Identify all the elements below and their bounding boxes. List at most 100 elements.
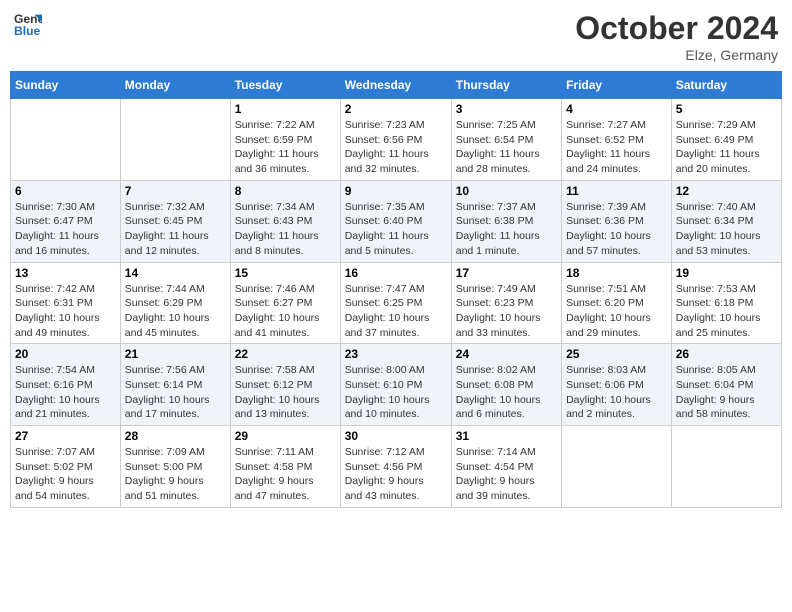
calendar-day-cell: 11Sunrise: 7:39 AM Sunset: 6:36 PM Dayli… [562,180,672,262]
day-number: 20 [15,347,116,361]
day-number: 25 [566,347,667,361]
calendar-day-cell: 16 Sunrise: 7:47 AM Sunset: 6:25 PM Dayli… [340,262,451,344]
logo-icon: General Blue [14,10,42,38]
calendar-day-cell: 20 Sunrise: 7:54 AM Sunset: 6:16 PM Dayli… [11,344,121,426]
day-info: Sunrise: 7:23 AM Sunset: 6:56 PM Dayligh… [345,118,447,177]
calendar-day-cell: 27Sunrise: 7:07 AM Sunset: 5:02 PM Dayli… [11,426,121,508]
day-info: Sunrise: 7:39 AM Sunset: 6:36 PM Dayligh… [566,200,667,259]
day-info: Sunrise: 7:30 AM Sunset: 6:47 PM Dayligh… [15,200,116,259]
day-info: Sunrise: 7:27 AM Sunset: 6:52 PM Dayligh… [566,118,667,177]
calendar-body: 1 Sunrise: 7:22 AM Sunset: 6:59 PM Daylig… [11,99,782,508]
calendar-day-cell: 12 Sunrise: 7:40 AM Sunset: 6:34 PM Dayli… [671,180,781,262]
day-info: Sunrise: 8:02 AM Sunset: 6:08 PM Dayligh… [456,363,557,422]
day-info: Sunrise: 7:51 AM Sunset: 6:20 PM Dayligh… [566,282,667,341]
calendar-week-row: 20 Sunrise: 7:54 AM Sunset: 6:16 PM Dayli… [11,344,782,426]
day-number: 14 [125,266,226,280]
day-info: Sunrise: 7:40 AM Sunset: 6:34 PM Dayligh… [676,200,777,259]
calendar-day-cell: 14 Sunrise: 7:44 AM Sunset: 6:29 PM Dayli… [120,262,230,344]
calendar-day-cell: 7 Sunrise: 7:32 AM Sunset: 6:45 PM Daylig… [120,180,230,262]
calendar-day-cell [11,99,121,181]
day-info: Sunrise: 7:44 AM Sunset: 6:29 PM Dayligh… [125,282,226,341]
day-number: 1 [235,102,336,116]
day-info: Sunrise: 7:56 AM Sunset: 6:14 PM Dayligh… [125,363,226,422]
calendar-day-cell: 2 Sunrise: 7:23 AM Sunset: 6:56 PM Daylig… [340,99,451,181]
calendar-day-cell: 5 Sunrise: 7:29 AM Sunset: 6:49 PM Daylig… [671,99,781,181]
day-number: 9 [345,184,447,198]
day-info: Sunrise: 7:58 AM Sunset: 6:12 PM Dayligh… [235,363,336,422]
calendar-day-cell: 21 Sunrise: 7:56 AM Sunset: 6:14 PM Dayli… [120,344,230,426]
calendar-day-cell: 13Sunrise: 7:42 AM Sunset: 6:31 PM Dayli… [11,262,121,344]
day-number: 19 [676,266,777,280]
calendar-table: SundayMondayTuesdayWednesdayThursdayFrid… [10,71,782,508]
calendar-day-cell: 10 Sunrise: 7:37 AM Sunset: 6:38 PM Dayli… [451,180,561,262]
day-info: Sunrise: 7:47 AM Sunset: 6:25 PM Dayligh… [345,282,447,341]
day-info: Sunrise: 7:12 AM Sunset: 4:56 PM Dayligh… [345,445,447,504]
day-info: Sunrise: 8:05 AM Sunset: 6:04 PM Dayligh… [676,363,777,422]
day-number: 23 [345,347,447,361]
calendar-day-cell: 15 Sunrise: 7:46 AM Sunset: 6:27 PM Dayli… [230,262,340,344]
day-info: Sunrise: 7:46 AM Sunset: 6:27 PM Dayligh… [235,282,336,341]
day-number: 15 [235,266,336,280]
calendar-day-cell: 22 Sunrise: 7:58 AM Sunset: 6:12 PM Dayli… [230,344,340,426]
svg-text:Blue: Blue [14,24,41,38]
calendar-day-cell: 24 Sunrise: 8:02 AM Sunset: 6:08 PM Dayli… [451,344,561,426]
day-info: Sunrise: 7:35 AM Sunset: 6:40 PM Dayligh… [345,200,447,259]
day-info: Sunrise: 7:07 AM Sunset: 5:02 PM Dayligh… [15,445,116,504]
calendar-day-cell: 18Sunrise: 7:51 AM Sunset: 6:20 PM Dayli… [562,262,672,344]
calendar-day-cell [562,426,672,508]
day-number: 10 [456,184,557,198]
day-info: Sunrise: 7:11 AM Sunset: 4:58 PM Dayligh… [235,445,336,504]
day-number: 21 [125,347,226,361]
day-info: Sunrise: 7:54 AM Sunset: 6:16 PM Dayligh… [15,363,116,422]
day-info: Sunrise: 7:37 AM Sunset: 6:38 PM Dayligh… [456,200,557,259]
calendar-day-cell [120,99,230,181]
day-number: 31 [456,429,557,443]
day-info: Sunrise: 8:03 AM Sunset: 6:06 PM Dayligh… [566,363,667,422]
day-number: 3 [456,102,557,116]
day-info: Sunrise: 7:14 AM Sunset: 4:54 PM Dayligh… [456,445,557,504]
day-number: 13 [15,266,116,280]
day-info: Sunrise: 7:25 AM Sunset: 6:54 PM Dayligh… [456,118,557,177]
calendar-day-cell: 17Sunrise: 7:49 AM Sunset: 6:23 PM Dayli… [451,262,561,344]
calendar-day-cell: 25 Sunrise: 8:03 AM Sunset: 6:06 PM Dayli… [562,344,672,426]
day-number: 16 [345,266,447,280]
logo: General Blue [14,10,42,38]
day-number: 7 [125,184,226,198]
day-info: Sunrise: 7:32 AM Sunset: 6:45 PM Dayligh… [125,200,226,259]
day-info: Sunrise: 7:09 AM Sunset: 5:00 PM Dayligh… [125,445,226,504]
weekday-header-cell: Thursday [451,72,561,99]
calendar-day-cell: 28 Sunrise: 7:09 AM Sunset: 5:00 PM Dayli… [120,426,230,508]
day-number: 30 [345,429,447,443]
day-number: 6 [15,184,116,198]
calendar-week-row: 1 Sunrise: 7:22 AM Sunset: 6:59 PM Daylig… [11,99,782,181]
day-number: 24 [456,347,557,361]
day-info: Sunrise: 7:34 AM Sunset: 6:43 PM Dayligh… [235,200,336,259]
weekday-header-cell: Saturday [671,72,781,99]
day-info: Sunrise: 7:29 AM Sunset: 6:49 PM Dayligh… [676,118,777,177]
weekday-header-cell: Wednesday [340,72,451,99]
weekday-header-cell: Friday [562,72,672,99]
calendar-day-cell: 19 Sunrise: 7:53 AM Sunset: 6:18 PM Dayli… [671,262,781,344]
calendar-day-cell: 31 Sunrise: 7:14 AM Sunset: 4:54 PM Dayli… [451,426,561,508]
day-number: 5 [676,102,777,116]
day-info: Sunrise: 7:53 AM Sunset: 6:18 PM Dayligh… [676,282,777,341]
weekday-header-cell: Tuesday [230,72,340,99]
calendar-day-cell: 9 Sunrise: 7:35 AM Sunset: 6:40 PM Daylig… [340,180,451,262]
day-number: 2 [345,102,447,116]
day-number: 12 [676,184,777,198]
weekday-header-cell: Monday [120,72,230,99]
calendar-day-cell: 23 Sunrise: 8:00 AM Sunset: 6:10 PM Dayli… [340,344,451,426]
calendar-day-cell: 3 Sunrise: 7:25 AM Sunset: 6:54 PM Daylig… [451,99,561,181]
month-title: October 2024 [575,10,778,47]
calendar-day-cell: 8Sunrise: 7:34 AM Sunset: 6:43 PM Daylig… [230,180,340,262]
day-info: Sunrise: 7:22 AM Sunset: 6:59 PM Dayligh… [235,118,336,177]
calendar-day-cell: 29Sunrise: 7:11 AM Sunset: 4:58 PM Dayli… [230,426,340,508]
calendar-day-cell: 4Sunrise: 7:27 AM Sunset: 6:52 PM Daylig… [562,99,672,181]
weekday-header-cell: Sunday [11,72,121,99]
day-number: 22 [235,347,336,361]
page-header: General Blue October 2024 Elze, Germany [10,10,782,63]
day-info: Sunrise: 8:00 AM Sunset: 6:10 PM Dayligh… [345,363,447,422]
calendar-day-cell: 1 Sunrise: 7:22 AM Sunset: 6:59 PM Daylig… [230,99,340,181]
calendar-week-row: 27Sunrise: 7:07 AM Sunset: 5:02 PM Dayli… [11,426,782,508]
day-number: 28 [125,429,226,443]
